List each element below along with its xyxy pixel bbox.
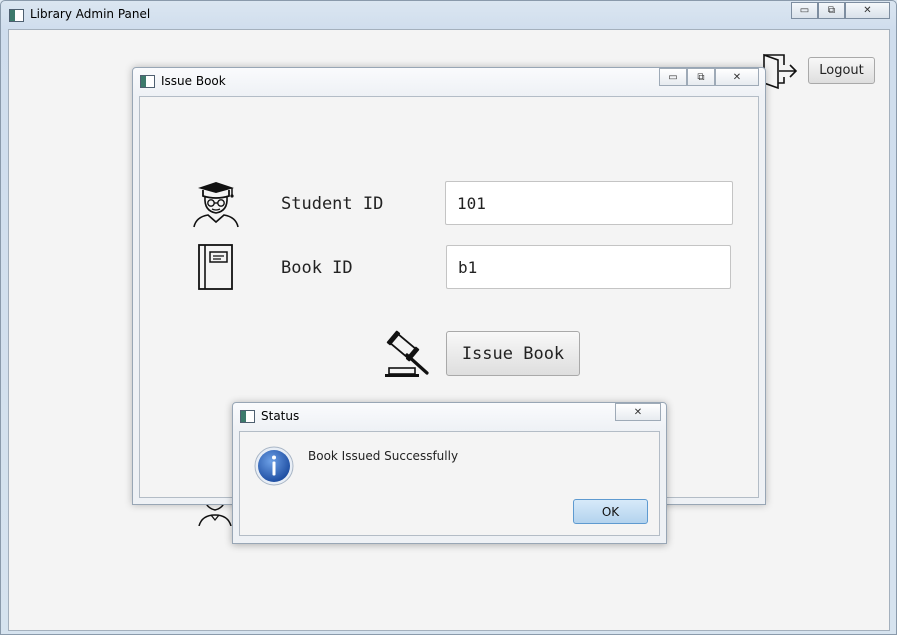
minimize-button[interactable]: ▭ <box>791 2 818 19</box>
maximize-button[interactable]: ⧉ <box>818 2 845 19</box>
book-id-label: Book ID <box>281 258 353 278</box>
student-id-input[interactable] <box>445 181 733 225</box>
issue-window-controls: ▭ ⧉ ✕ <box>659 68 759 86</box>
main-window-controls: ▭ ⧉ ✕ <box>791 2 890 19</box>
issue-book-titlebar[interactable]: Issue Book ▭ ⧉ ✕ <box>133 68 765 96</box>
main-titlebar[interactable]: Library Admin Panel ▭ ⧉ ✕ <box>1 1 896 29</box>
student-id-label: Student ID <box>281 194 384 214</box>
app-icon <box>9 9 24 22</box>
gavel-icon <box>385 330 429 377</box>
book-icon <box>198 244 233 290</box>
logout-button[interactable]: Logout <box>808 57 875 84</box>
maximize-button[interactable]: ⧉ <box>687 68 715 86</box>
issue-book-window-title: Issue Book <box>161 74 226 88</box>
book-id-input[interactable] <box>446 245 731 289</box>
ok-button[interactable]: OK <box>573 499 648 524</box>
main-window-title: Library Admin Panel <box>30 7 151 21</box>
status-dialog-controls: ✕ <box>615 403 661 421</box>
app-icon <box>240 410 255 423</box>
student-graduate-icon <box>193 182 239 228</box>
logout-door-icon[interactable] <box>762 52 798 90</box>
info-icon <box>254 446 294 486</box>
close-button[interactable]: ✕ <box>615 403 661 421</box>
app-icon <box>140 75 155 88</box>
close-button[interactable]: ✕ <box>845 2 890 19</box>
status-message: Book Issued Successfully <box>308 449 459 463</box>
minimize-button[interactable]: ▭ <box>659 68 687 86</box>
status-dialog-title: Status <box>261 409 300 423</box>
close-button[interactable]: ✕ <box>715 68 759 86</box>
issue-book-button[interactable]: Issue Book <box>446 331 580 376</box>
